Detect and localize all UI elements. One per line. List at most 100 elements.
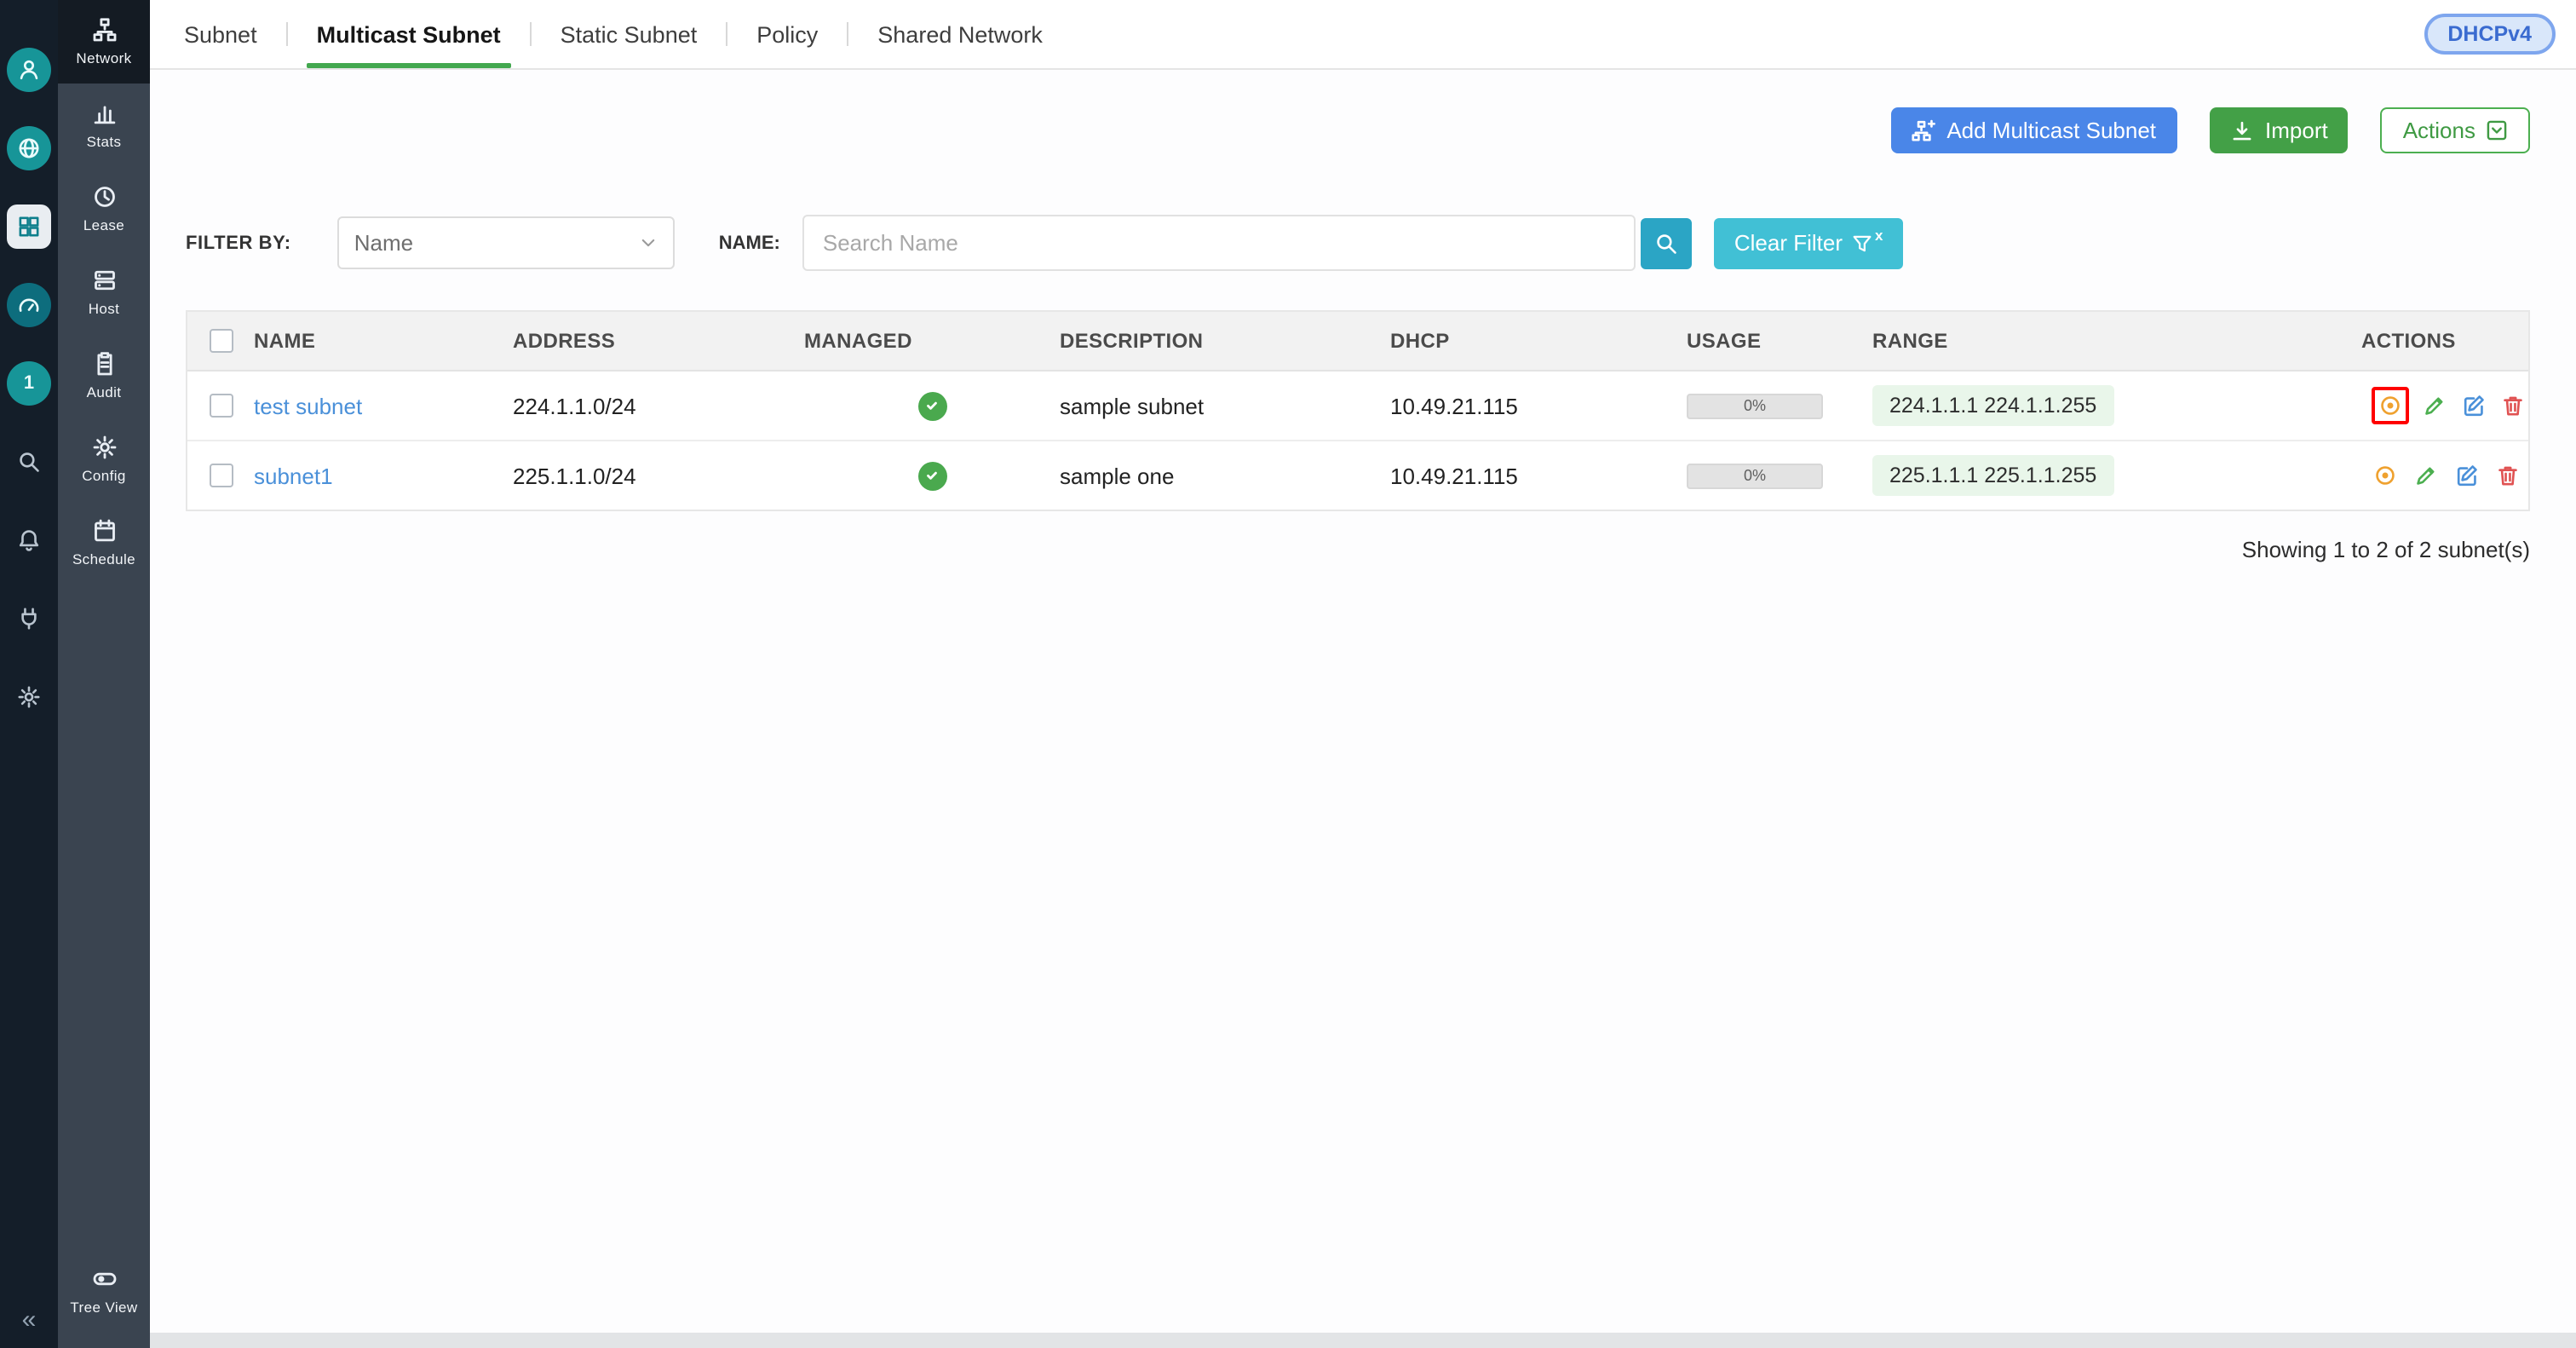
tab-subnet[interactable]: Subnet: [179, 0, 262, 68]
usage-bar: 0%: [1687, 393, 1823, 418]
filter-by-label: FILTER BY:: [186, 233, 291, 253]
tab-static-subnet[interactable]: Static Subnet: [555, 0, 703, 68]
plug-icon[interactable]: [7, 596, 51, 641]
edit-icon[interactable]: [2461, 392, 2486, 419]
column-header-name: NAME: [254, 329, 513, 353]
column-header-actions: ACTIONS: [2361, 329, 2525, 353]
tab-separator: [847, 22, 848, 46]
user-icon[interactable]: [7, 48, 51, 92]
subnet-description: sample subnet: [1060, 393, 1390, 418]
actions-button[interactable]: Actions: [2381, 107, 2530, 153]
clear-filter-button[interactable]: Clear Filter x: [1714, 217, 1904, 268]
sitemap-icon: [91, 17, 117, 43]
search-icon[interactable]: [7, 440, 51, 484]
bell-icon[interactable]: [7, 518, 51, 562]
subnet-address: 224.1.1.0/24: [513, 393, 804, 418]
filter-clear-x: x: [1875, 226, 1883, 243]
calendar-icon: [91, 518, 117, 544]
caret-box-icon: [2486, 119, 2508, 141]
target-icon[interactable]: [2372, 462, 2399, 489]
tab-label: Multicast Subnet: [317, 21, 501, 47]
filter-bar: FILTER BY: Name NAME: Clear Filter x: [186, 215, 2530, 271]
tab-separator: [530, 22, 532, 46]
row-checkbox[interactable]: [209, 394, 233, 418]
reports-icon[interactable]: 1: [7, 361, 51, 406]
dns-globe-icon[interactable]: [7, 126, 51, 170]
sidebar-item-label: Config: [82, 467, 126, 484]
sidebar-item-network[interactable]: Network: [58, 0, 150, 84]
tab-policy[interactable]: Policy: [751, 0, 823, 68]
column-header-usage: USAGE: [1687, 329, 1872, 353]
search-button[interactable]: [1641, 217, 1692, 268]
tab-separator: [286, 22, 288, 46]
target-icon[interactable]: [2377, 392, 2404, 419]
sidebar-item-host[interactable]: Host: [58, 251, 150, 334]
content-area: Add Multicast Subnet Import Actions FILT…: [150, 70, 2576, 1348]
sidebar-item-schedule[interactable]: Schedule: [58, 501, 150, 585]
subnet-name-link[interactable]: subnet1: [254, 463, 333, 488]
results-summary: Showing 1 to 2 of 2 subnet(s): [186, 537, 2530, 562]
row-actions: [2361, 462, 2525, 489]
range-chip: 224.1.1.1 224.1.1.255: [1872, 385, 2113, 426]
app-window: 1 « Network Stats Lease Host Audit: [0, 0, 2576, 1348]
sidebar-item-label: Lease: [83, 216, 124, 233]
managed-check-icon: [917, 391, 946, 420]
dhcp-version-badge[interactable]: DHCPv4: [2424, 14, 2556, 55]
toolbar: Add Multicast Subnet Import Actions: [186, 107, 2530, 153]
clipboard-icon: [91, 351, 117, 377]
sidebar-item-label: Audit: [87, 383, 122, 400]
delete-icon[interactable]: [2494, 462, 2521, 489]
tab-shared-network[interactable]: Shared Network: [872, 0, 1048, 68]
subnet-address: 225.1.1.0/24: [513, 463, 804, 488]
table-row: subnet1 225.1.1.0/24 sample one 10.49.21…: [187, 441, 2528, 510]
tab-bar: Subnet Multicast Subnet Static Subnet Po…: [150, 0, 2576, 70]
subnet-dhcp: 10.49.21.115: [1390, 463, 1687, 488]
chevron-down-icon: [639, 233, 658, 252]
add-button-label: Add Multicast Subnet: [1946, 118, 2156, 143]
wand-icon[interactable]: [2423, 392, 2447, 419]
gauge-icon[interactable]: [7, 283, 51, 327]
column-header-managed: MANAGED: [804, 329, 1060, 353]
chart-icon: [91, 101, 117, 126]
clear-filter-label: Clear Filter: [1734, 230, 1843, 256]
sidebar-item-config[interactable]: Config: [58, 418, 150, 501]
search-icon: [1654, 231, 1678, 255]
subnet-description: sample one: [1060, 463, 1390, 488]
sidebar-item-lease[interactable]: Lease: [58, 167, 150, 251]
sidebar-item-stats[interactable]: Stats: [58, 84, 150, 167]
import-button-label: Import: [2265, 118, 2328, 143]
network-app-icon[interactable]: [7, 205, 51, 249]
subnet-table: NAME ADDRESS MANAGED DESCRIPTION DHCP US…: [186, 310, 2530, 511]
row-checkbox[interactable]: [209, 464, 233, 487]
filter-by-select[interactable]: Name: [337, 216, 675, 269]
search-input[interactable]: [802, 215, 1636, 271]
nav-rail: Network Stats Lease Host Audit Config Sc…: [58, 0, 150, 1348]
tab-label: Shared Network: [877, 21, 1043, 47]
import-button[interactable]: Import: [2209, 107, 2349, 153]
edit-icon[interactable]: [2453, 462, 2481, 489]
icon-rail: 1 «: [0, 0, 58, 1348]
sidebar-item-audit[interactable]: Audit: [58, 334, 150, 418]
subnet-name-link[interactable]: test subnet: [254, 393, 362, 418]
managed-check-icon: [917, 461, 946, 490]
sidebar-item-label: Schedule: [72, 550, 135, 567]
tab-label: Policy: [756, 21, 818, 47]
collapse-sidebar-button[interactable]: «: [0, 1305, 58, 1334]
wand-icon[interactable]: [2412, 462, 2440, 489]
row-actions: [2361, 387, 2525, 424]
download-icon: [2229, 118, 2253, 142]
column-header-range: RANGE: [1872, 329, 2361, 353]
tab-multicast-subnet[interactable]: Multicast Subnet: [312, 0, 506, 68]
select-all-checkbox[interactable]: [209, 329, 233, 353]
gear-icon[interactable]: [7, 675, 51, 719]
reports-badge: 1: [24, 374, 34, 393]
sidebar-item-tree-view[interactable]: Tree View: [58, 1253, 150, 1328]
tab-label: Static Subnet: [561, 21, 698, 47]
main-area: Subnet Multicast Subnet Static Subnet Po…: [150, 0, 2576, 1348]
sitemap-plus-icon: [1911, 118, 1935, 142]
gears-icon: [91, 435, 117, 460]
add-multicast-subnet-button[interactable]: Add Multicast Subnet: [1890, 107, 2176, 153]
table-header-row: NAME ADDRESS MANAGED DESCRIPTION DHCP US…: [187, 312, 2528, 372]
tab-label: Subnet: [184, 21, 257, 47]
delete-icon[interactable]: [2500, 392, 2525, 419]
